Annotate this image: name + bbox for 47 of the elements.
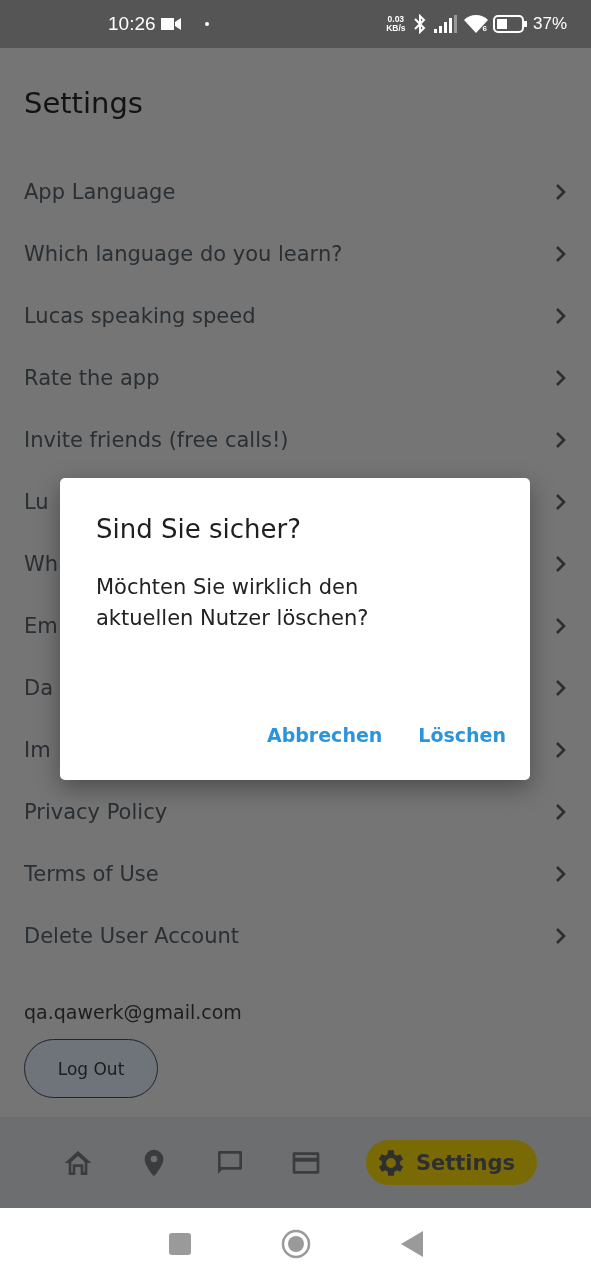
chevron-right-icon[interactable] (555, 617, 567, 635)
chevron-right-icon[interactable] (555, 555, 567, 573)
settings-item[interactable]: Terms of Use (24, 862, 159, 886)
battery-icon (492, 15, 527, 33)
back-icon[interactable] (400, 1231, 423, 1257)
signal-icon (433, 15, 458, 33)
chevron-right-icon[interactable] (555, 431, 567, 449)
settings-item[interactable]: Im (24, 738, 51, 762)
network-speed: 0.03 KB/s (386, 15, 406, 33)
chevron-right-icon[interactable] (555, 245, 567, 263)
settings-item[interactable]: Which language do you learn? (24, 242, 343, 266)
wifi-standard-label: 6 (482, 24, 487, 33)
chevron-right-icon[interactable] (555, 493, 567, 511)
page-title: Settings (24, 86, 144, 122)
recents-icon[interactable] (168, 1233, 191, 1255)
dialog-message: Möchten Sie wirklich den aktuellen Nutzer löschen? (96, 574, 370, 632)
chevron-right-icon[interactable] (555, 741, 567, 759)
settings-item[interactable]: Privacy Policy (24, 800, 168, 824)
settings-item[interactable]: Lu (24, 490, 49, 514)
chevron-right-icon[interactable] (555, 369, 567, 387)
logout-button[interactable]: Log Out (24, 1039, 158, 1098)
dialog-button[interactable]: Löschen (418, 724, 506, 746)
settings-item[interactable]: Invite friends (free calls!) (24, 428, 289, 452)
chevron-right-icon[interactable] (555, 927, 567, 945)
chevron-right-icon[interactable] (555, 803, 567, 821)
dialog-title: Sind Sie sicher? (96, 514, 302, 544)
settings-item[interactable]: Delete User Account (24, 924, 239, 948)
nav-tab[interactable]: Settings (365, 1140, 537, 1185)
video-camera-icon (160, 17, 181, 31)
settings-item[interactable]: Rate the app (24, 366, 160, 390)
chevron-right-icon[interactable] (555, 865, 567, 883)
settings-item[interactable]: Wh (24, 552, 59, 576)
wifi-icon (463, 15, 488, 33)
settings-item[interactable]: Em (24, 614, 58, 638)
status-time: 10:26 (108, 13, 156, 35)
chevron-right-icon[interactable] (555, 679, 567, 697)
home-circle-icon[interactable] (280, 1229, 311, 1259)
settings-item[interactable]: Lucas speaking speed (24, 304, 256, 328)
dialog-button[interactable]: Abbrechen (266, 724, 383, 746)
chevron-right-icon[interactable] (555, 307, 567, 325)
settings-item[interactable]: App Language (24, 180, 176, 204)
settings-item[interactable]: Da (24, 676, 54, 700)
notification-dot (204, 22, 209, 26)
battery-percent: 37% (532, 14, 567, 34)
chevron-right-icon[interactable] (555, 183, 567, 201)
account-email: qa.qawerk@gmail.com (24, 1001, 243, 1023)
bluetooth-icon (411, 14, 428, 34)
